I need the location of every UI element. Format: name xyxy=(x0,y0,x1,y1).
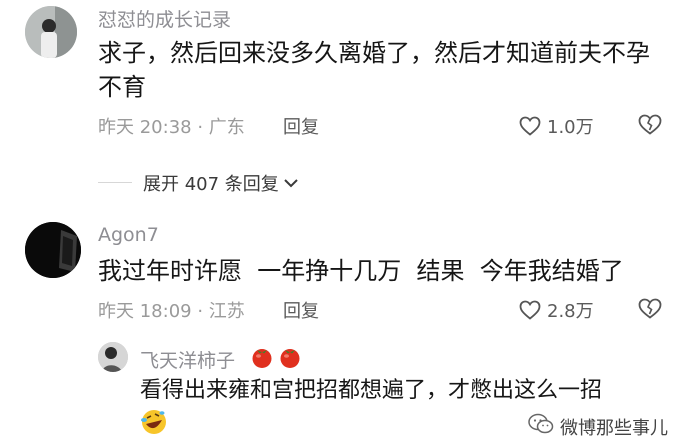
like-button[interactable]: 1.0万 xyxy=(519,113,594,139)
broken-heart-icon[interactable] xyxy=(638,114,662,135)
chevron-down-icon xyxy=(283,177,299,189)
user-avatar[interactable] xyxy=(98,342,128,372)
sub-reply-username[interactable]: 飞天洋柿子 xyxy=(140,346,235,373)
expand-replies-label: 展开 407 条回复 xyxy=(143,174,279,195)
tomato-icon xyxy=(250,345,274,373)
reply-button[interactable]: 回复 xyxy=(283,113,319,139)
avatar-dark-doorway-icon xyxy=(25,222,81,278)
comment-time-location: 昨天 20:38 · 广东 xyxy=(98,117,245,138)
watermark-text: 微博那些事儿 xyxy=(560,417,668,439)
expand-divider xyxy=(98,182,132,183)
comment-username[interactable]: 怼怼的成长记录 xyxy=(98,5,231,32)
avatar-person-bw-icon xyxy=(98,342,128,372)
tomato-icon xyxy=(278,345,302,373)
comment-text-line: 不育 xyxy=(98,73,146,101)
comment-time-location: 昨天 18:09 · 江苏 xyxy=(98,301,245,322)
comment-text: 求子，然后回来没多久离婚了，然后才知道前夫不孕 不育 xyxy=(98,36,678,104)
sub-reply-text: 看得出来雍和宫把招都想遍了，才憋出这么一招 xyxy=(140,378,603,403)
expand-replies-button[interactable]: 展开 407 条回复 xyxy=(143,170,299,196)
comment-username[interactable]: Agon7 xyxy=(98,224,159,246)
user-avatar[interactable] xyxy=(25,222,81,278)
like-button[interactable]: 2.8万 xyxy=(519,297,594,323)
comment-text: 我过年时许愿 一年挣十几万 结果 今年我结婚了 xyxy=(98,257,624,285)
avatar-girl-icon xyxy=(25,6,77,58)
heart-icon xyxy=(519,116,541,136)
user-avatar[interactable] xyxy=(25,6,77,58)
broken-heart-icon[interactable] xyxy=(638,298,662,319)
like-count: 1.0万 xyxy=(547,117,594,138)
rolling-laughing-emoji xyxy=(140,408,168,440)
like-count: 2.8万 xyxy=(547,301,594,322)
reply-button[interactable]: 回复 xyxy=(283,297,319,323)
wechat-logo-icon xyxy=(528,413,554,440)
heart-icon xyxy=(519,300,541,320)
watermark: 微博那些事儿 xyxy=(528,413,668,440)
username-emojis xyxy=(250,345,302,373)
comment-text-line: 求子，然后回来没多久离婚了，然后才知道前夫不孕 xyxy=(98,39,650,67)
